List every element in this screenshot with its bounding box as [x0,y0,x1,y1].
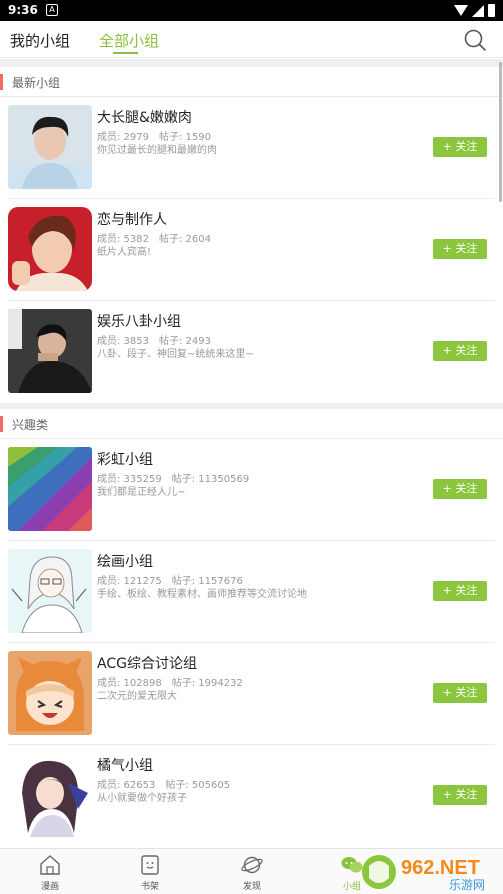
group-description: 你见过最长的腿和最嫩的肉 [97,145,217,156]
group-description: 八卦、段子、神回复~统统来这里~ [97,349,254,360]
follow-button[interactable]: + 关注 [433,239,487,259]
site-watermark: 962.NET 乐游网 [359,852,499,892]
group-thumbnail [8,309,92,393]
group-name: 恋与制作人 [97,212,167,228]
group-row[interactable]: 大长腿&嫩嫩肉 成员: 2979 帖子: 1590 你见过最长的腿和最嫩的肉 + … [0,97,503,199]
group-row[interactable]: 绘画小组 成员: 121275 帖子: 1157676 手绘、板绘、教程素材、画师… [0,541,503,643]
group-description: 二次元的爱无限大 [97,691,177,702]
group-description: 从小就要做个好孩子 [97,793,187,804]
status-bar: 9:36 A [0,0,503,21]
section-marker [0,416,3,432]
group-row[interactable]: 娱乐八卦小组 成员: 3853 帖子: 2493 八卦、段子、神回复~统统来这里~… [0,301,503,403]
house-icon [40,855,60,875]
follow-button[interactable]: + 关注 [433,341,487,361]
group-thumbnail [8,105,92,189]
system-icons [454,4,495,17]
nav-label: 书架 [140,882,159,892]
battery-icon [488,4,495,17]
group-row[interactable]: 恋与制作人 成员: 5382 帖子: 2604 纸片人宾高! + 关注 [0,199,503,301]
section-title: 最新小组 [12,76,61,90]
group-description: 纸片人宾高! [97,247,152,258]
tab-all-groups[interactable]: 全部小组 [99,30,159,51]
group-name: 橘气小组 [97,758,153,774]
follow-button[interactable]: + 关注 [433,137,487,157]
group-thumbnail [8,753,92,837]
group-row[interactable]: ACG综合讨论组 成员: 102898 帖子: 1994232 二次元的爱无限大 … [0,643,503,745]
group-description: 我们都是正经人儿~ [97,487,186,498]
nav-label: 漫画 [40,882,59,892]
section-marker [0,74,3,90]
signal-icon [472,4,484,17]
group-description: 手绘、板绘、教程素材、画师推荐等交流讨论地 [97,589,307,600]
section-header-interest: 兴趣类 [0,409,503,439]
group-thumbnail [8,207,92,291]
nav-label: 发现 [242,882,261,892]
wifi-icon [454,5,468,16]
group-name: 大长腿&嫩嫩肉 [97,110,192,126]
bookshelf-icon [141,855,159,875]
nav-item-comics[interactable]: 漫画 [20,853,80,892]
search-icon[interactable] [463,28,487,52]
watermark-brand: 962.NET [401,857,480,879]
group-name: 娱乐八卦小组 [97,314,181,330]
nav-item-bookshelf[interactable]: 书架 [120,853,180,892]
planet-icon [241,856,263,874]
group-name: 绘画小组 [97,554,153,570]
active-tab-indicator [113,52,138,54]
follow-button[interactable]: + 关注 [433,683,487,703]
group-thumbnail [8,447,92,531]
group-name: 彩虹小组 [97,452,153,468]
watermark-sub: 乐游网 [449,878,485,892]
scrollbar[interactable] [499,62,502,202]
status-time: 9:36 [8,3,38,17]
follow-button[interactable]: + 关注 [433,785,487,805]
notification-icon: A [46,4,58,16]
section-title: 兴趣类 [12,418,49,432]
section-header-latest: 最新小组 [0,67,503,97]
group-row[interactable]: 橘气小组 成员: 62653 帖子: 505605 从小就要做个好孩子 + 关注 [0,745,503,847]
post-count: 帖子: 2604 [159,234,211,245]
follow-button[interactable]: + 关注 [433,479,487,499]
section-gap [0,59,503,67]
group-thumbnail [8,651,92,735]
group-row[interactable]: 彩虹小组 成员: 335259 帖子: 11350569 我们都是正经人儿~ + … [0,439,503,541]
nav-item-discover[interactable]: 发现 [222,853,282,892]
group-thumbnail [8,549,92,633]
follow-button[interactable]: + 关注 [433,581,487,601]
group-name: ACG综合讨论组 [97,656,197,672]
post-count: 帖子: 1994232 [171,678,243,689]
tab-my-groups[interactable]: 我的小组 [10,30,70,51]
top-tab-bar: 我的小组 全部小组 [0,21,503,58]
